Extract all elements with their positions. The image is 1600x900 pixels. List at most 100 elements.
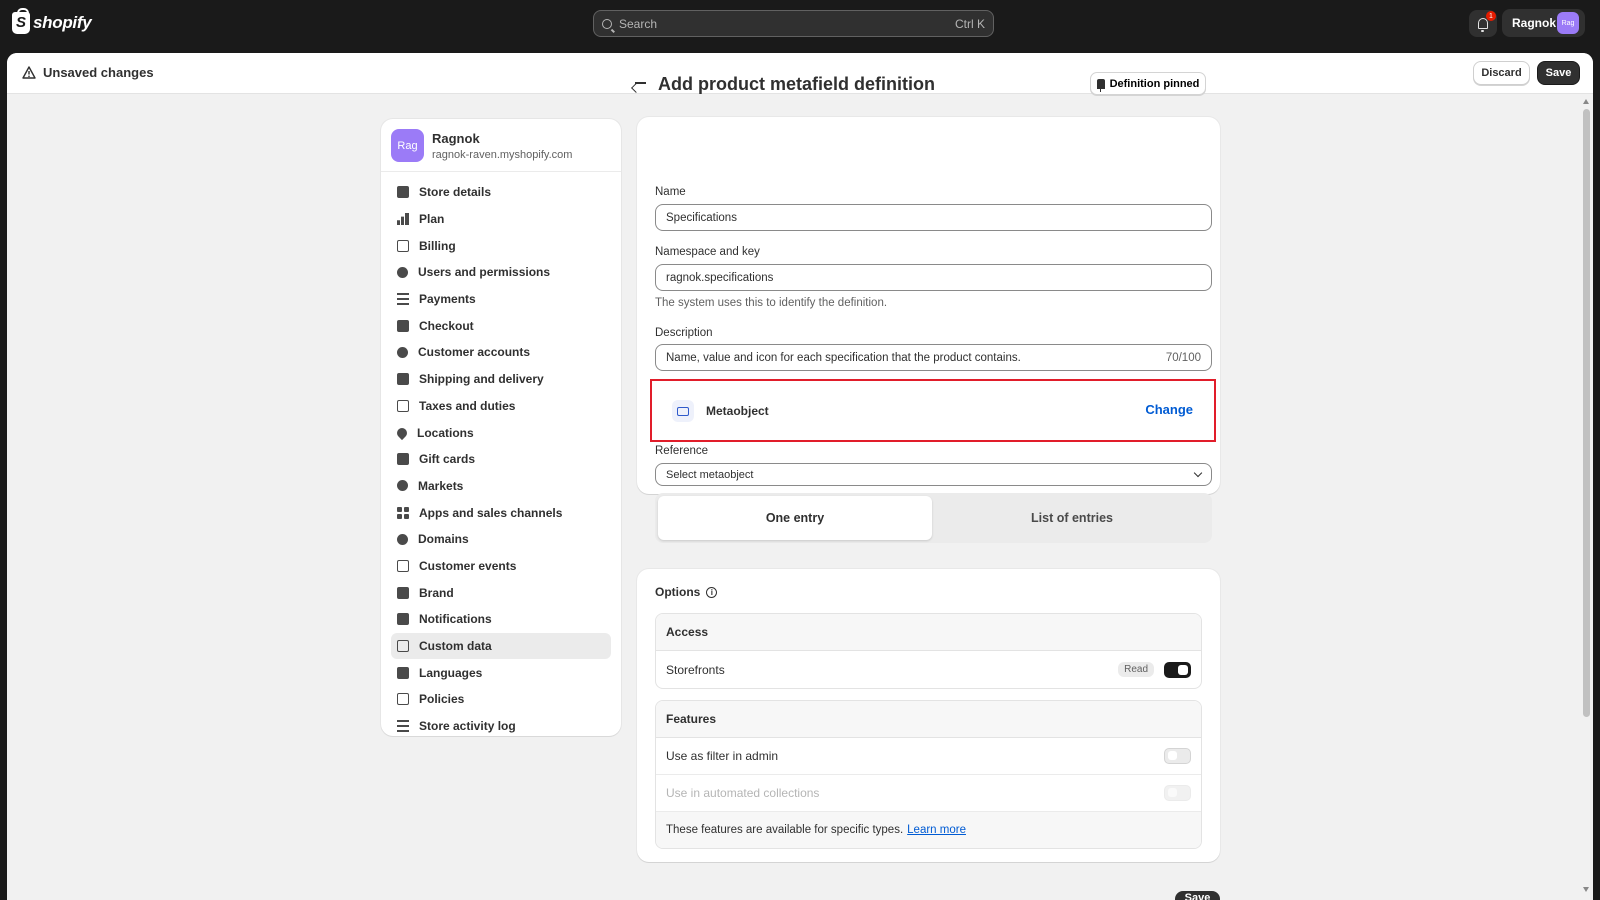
storefronts-toggle[interactable]	[1164, 661, 1191, 678]
sidebar-item-customer-events[interactable]: Customer events	[391, 553, 611, 580]
access-section: Access Storefronts Read	[655, 613, 1202, 689]
change-type-button[interactable]: Change	[1145, 402, 1193, 417]
options-title: Options i	[655, 585, 718, 599]
back-arrow-icon[interactable]	[635, 82, 646, 84]
sidebar-item-taxes[interactable]: Taxes and duties	[391, 393, 611, 420]
pin-icon	[1096, 78, 1105, 92]
collections-label: Use in automated collections	[666, 786, 820, 800]
sidebar-item-markets[interactable]: Markets	[391, 473, 611, 500]
sidebar-item-shipping[interactable]: Shipping and delivery	[391, 366, 611, 393]
info-icon[interactable]: i	[706, 586, 718, 598]
apps-icon	[397, 506, 409, 519]
sidebar-item-store-details[interactable]: Store details	[391, 179, 611, 206]
options-card: Options i Access Storefronts Read Featur…	[637, 569, 1220, 862]
settings-sidebar: Rag Ragnok ragnok-raven.myshopify.com St…	[381, 119, 621, 736]
shopify-logo[interactable]: shopify	[12, 8, 92, 35]
scrollbar[interactable]	[1580, 97, 1593, 900]
features-section: Features Use as filter in admin Use in a…	[655, 700, 1202, 849]
scroll-up-arrow-icon[interactable]	[1583, 99, 1589, 104]
storefronts-read-badge: Read	[1118, 662, 1154, 677]
sidebar-item-domains[interactable]: Domains	[391, 526, 611, 553]
brand-name: shopify	[33, 13, 92, 32]
description-char-count: 70/100	[1165, 351, 1201, 364]
list-of-entries-option[interactable]: List of entries	[935, 496, 1209, 540]
page-header: Add product metafield definition Definit…	[632, 72, 1206, 102]
payments-icon	[397, 293, 409, 306]
scroll-down-arrow-icon[interactable]	[1583, 887, 1589, 892]
namespace-value: ragnok.specifications	[666, 271, 774, 284]
sidebar-item-payments[interactable]: Payments	[391, 286, 611, 313]
sidebar-item-notifications[interactable]: Notifications	[391, 606, 611, 633]
discard-button[interactable]: Discard	[1473, 61, 1530, 85]
sidebar-item-apps[interactable]: Apps and sales channels	[391, 499, 611, 526]
shopify-bag-icon	[12, 8, 30, 34]
features-note: These features are available for specifi…	[656, 812, 1201, 848]
type-label: Metaobject	[706, 404, 769, 418]
users-icon	[397, 266, 408, 278]
sidebar-item-brand[interactable]: Brand	[391, 579, 611, 606]
sparkle-icon	[397, 559, 409, 572]
chevron-down-icon	[1193, 468, 1203, 477]
database-icon	[397, 640, 409, 653]
bottom-save-button[interactable]: Save	[1175, 891, 1220, 900]
reference-value: Select metaobject	[666, 468, 754, 481]
store-avatar: Rag	[391, 129, 424, 162]
gift-card-icon	[397, 453, 409, 466]
sidebar-item-gift-cards[interactable]: Gift cards	[391, 446, 611, 473]
cart-icon	[397, 319, 409, 332]
store-url: ragnok-raven.myshopify.com	[432, 149, 573, 161]
user-menu-button[interactable]: Ragnok Rag	[1502, 9, 1585, 37]
store-header[interactable]: Rag Ragnok ragnok-raven.myshopify.com	[381, 119, 621, 172]
sidebar-item-customer-accounts[interactable]: Customer accounts	[391, 339, 611, 366]
notifications-button[interactable]: 1	[1469, 10, 1497, 37]
language-icon	[397, 666, 409, 679]
entry-count-toggle: One entry List of entries	[655, 493, 1212, 543]
sidebar-item-plan[interactable]: Plan	[391, 206, 611, 233]
description-label: Description	[655, 327, 713, 339]
sidebar-item-policies[interactable]: Policies	[391, 686, 611, 713]
storefronts-label: Storefronts	[666, 662, 725, 677]
name-label: Name	[655, 186, 686, 198]
sidebar-item-billing[interactable]: Billing	[391, 232, 611, 259]
description-field[interactable]: Name, value and icon for each specificat…	[655, 344, 1212, 371]
learn-more-link[interactable]: Learn more	[907, 824, 966, 836]
type-selection-highlight: Metaobject Change	[650, 379, 1216, 442]
sidebar-item-users[interactable]: Users and permissions	[391, 259, 611, 286]
search-icon	[602, 18, 612, 29]
globe-icon	[397, 533, 408, 545]
reference-select[interactable]: Select metaobject	[655, 463, 1212, 486]
sidebar-item-checkout[interactable]: Checkout	[391, 312, 611, 339]
tax-icon	[397, 399, 409, 412]
location-pin-icon	[394, 425, 410, 440]
definition-pinned-button[interactable]: Definition pinned	[1090, 72, 1206, 95]
truck-icon	[397, 373, 409, 386]
description-value: Name, value and icon for each specificat…	[666, 351, 1021, 364]
brand-icon	[397, 586, 409, 599]
search-input[interactable]: Search Ctrl K	[593, 10, 994, 37]
search-shortcut: Ctrl K	[955, 16, 985, 31]
bell-icon	[1478, 18, 1488, 32]
name-field[interactable]: Specifications	[655, 204, 1212, 231]
collections-toggle	[1164, 785, 1191, 801]
one-entry-option[interactable]: One entry	[658, 496, 932, 540]
namespace-key-field[interactable]: ragnok.specifications	[655, 264, 1212, 291]
sidebar-item-custom-data[interactable]: Custom data	[391, 632, 611, 660]
scrollbar-thumb[interactable]	[1583, 109, 1590, 717]
sidebar-item-activity-log[interactable]: Store activity log	[391, 713, 611, 740]
filter-toggle[interactable]	[1164, 748, 1191, 764]
namespace-label: Namespace and key	[655, 246, 760, 258]
chart-icon	[397, 213, 409, 226]
settings-nav: Store details Plan Billing Users and per…	[391, 179, 611, 739]
person-icon	[397, 346, 408, 358]
reference-label: Reference	[655, 445, 709, 457]
filter-label: Use as filter in admin	[666, 749, 779, 763]
sidebar-item-languages[interactable]: Languages	[391, 659, 611, 686]
search-placeholder: Search	[619, 16, 658, 31]
storefronts-row: Storefronts Read	[656, 651, 1201, 688]
save-button[interactable]: Save	[1537, 61, 1580, 85]
store-icon	[397, 186, 409, 199]
sidebar-item-locations[interactable]: Locations	[391, 419, 611, 446]
notification-badge: 1	[1486, 11, 1496, 21]
page-title: Add product metafield definition	[658, 74, 935, 94]
store-name: Ragnok	[432, 131, 480, 146]
